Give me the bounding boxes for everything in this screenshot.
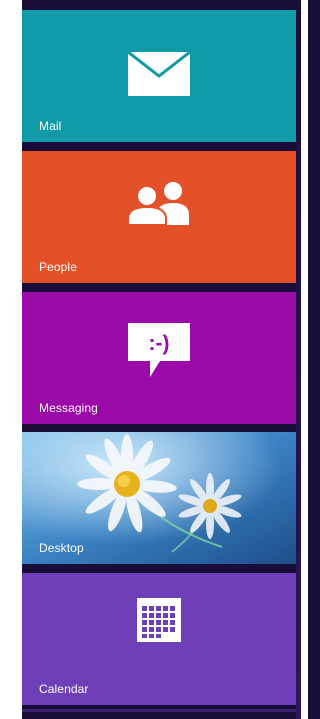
tile-people[interactable]: People [22, 151, 296, 283]
people-icon [123, 181, 195, 230]
tile-mail[interactable]: Mail [22, 10, 296, 142]
mail-icon [127, 50, 191, 101]
tile-label: Messaging [39, 401, 98, 415]
tile-label: People [39, 260, 77, 274]
bottom-divider [22, 709, 296, 712]
messaging-emoticon: :-) [149, 332, 170, 355]
tile-desktop[interactable]: Desktop [22, 432, 296, 564]
tile-label: Desktop [39, 541, 84, 555]
calendar-icon [137, 598, 181, 647]
left-margin [0, 0, 22, 719]
tile-messaging[interactable]: :-) Messaging [22, 292, 296, 424]
messaging-icon: :-) [128, 323, 190, 384]
right-margin [301, 0, 308, 719]
tile-calendar[interactable]: Calendar [22, 573, 296, 705]
start-screen: Mail People :-) Messaging Desktop Calend… [0, 0, 308, 719]
tile-label: Calendar [39, 682, 89, 696]
tile-label: Mail [39, 119, 62, 133]
